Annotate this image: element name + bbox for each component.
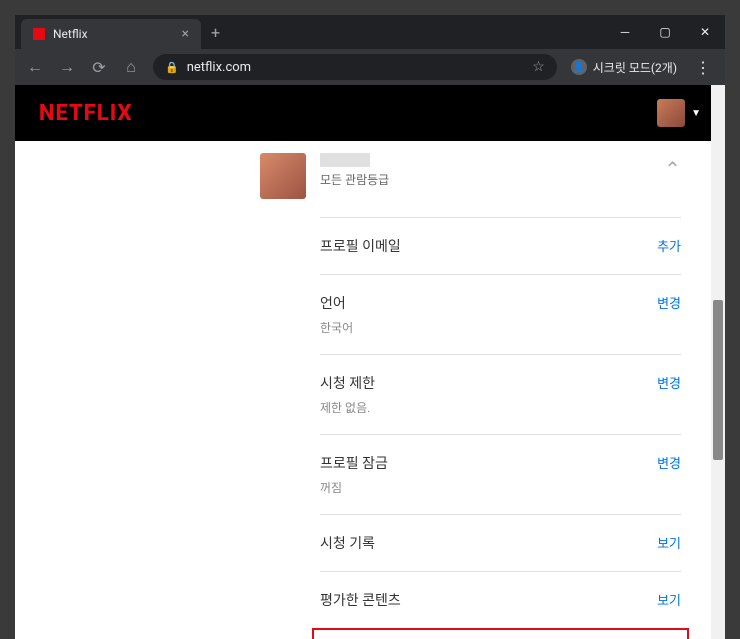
close-tab-icon[interactable]: × [182, 26, 189, 42]
new-tab-button[interactable]: + [201, 23, 230, 42]
app-window: Netflix × + ─ ▢ ✕ ← → ⟳ ⌂ 🔒 netflix.com … [0, 0, 740, 639]
setting-item: 프로필 잠금꺼짐 변경 [320, 434, 681, 514]
url-text: netflix.com [187, 60, 524, 75]
home-button[interactable]: ⌂ [117, 53, 145, 81]
browser-titlebar: Netflix × + ─ ▢ ✕ [15, 15, 725, 49]
settings-list: 프로필 이메일추가언어한국어변경시청 제한제한 없음.변경프로필 잠금꺼짐변경시… [45, 217, 681, 639]
content-area: NETFLIX ▼ 모든 관람등급 ⌃ [15, 85, 725, 639]
browser-menu-button[interactable]: ⋮ [687, 58, 719, 77]
window-controls: ─ ▢ ✕ [605, 17, 725, 47]
collapse-chevron-icon[interactable]: ⌃ [664, 157, 681, 181]
browser-frame: Netflix × + ─ ▢ ✕ ← → ⟳ ⌂ 🔒 netflix.com … [15, 15, 725, 639]
setting-left: 시청 제한제한 없음. [320, 373, 375, 416]
tab-favicon [33, 28, 45, 40]
settings-panel: 모든 관람등급 ⌃ 프로필 이메일추가언어한국어변경시청 제한제한 없음.변경프… [15, 141, 711, 639]
profile-rating-label: 모든 관람등급 [320, 171, 389, 188]
page-body: 모든 관람등급 ⌃ 프로필 이메일추가언어한국어변경시청 제한제한 없음.변경프… [15, 141, 711, 639]
setting-item: 프로필 이메일 추가 [320, 217, 681, 274]
maximize-button[interactable]: ▢ [645, 17, 685, 47]
lock-icon: 🔒 [165, 61, 179, 74]
netflix-header: NETFLIX ▼ [15, 85, 725, 141]
profile-header-row: 모든 관람등급 ⌃ [45, 153, 681, 217]
chevron-down-icon: ▼ [691, 108, 701, 119]
setting-item: 시청 제한제한 없음. 변경 [320, 354, 681, 434]
setting-action-link[interactable]: 변경 [657, 453, 681, 472]
setting-left: 프로필 이메일 [320, 236, 401, 256]
setting-left: 언어한국어 [320, 293, 353, 336]
setting-left: 시청 기록 [320, 533, 375, 553]
setting-left: 평가한 콘텐츠 [320, 590, 401, 610]
setting-action-link[interactable]: 변경 [657, 373, 681, 392]
incognito-icon: 👤 [571, 59, 587, 75]
avatar [657, 99, 685, 127]
setting-left: 프로필 잠금꺼짐 [320, 453, 388, 496]
scrollbar-track[interactable] [711, 85, 725, 639]
incognito-indicator[interactable]: 👤 시크릿 모드(2개) [565, 59, 683, 76]
setting-action-link[interactable]: 보기 [657, 590, 681, 609]
profile-menu-button[interactable]: ▼ [657, 99, 701, 127]
close-window-button[interactable]: ✕ [685, 17, 725, 47]
setting-item: 언어한국어 변경 [320, 274, 681, 354]
tab-title: Netflix [53, 27, 174, 41]
setting-title: 평가한 콘텐츠 [320, 590, 401, 610]
setting-subtitle: 꺼짐 [320, 479, 388, 496]
profile-info: 모든 관람등급 [320, 153, 389, 188]
address-bar: ← → ⟳ ⌂ 🔒 netflix.com ☆ 👤 시크릿 모드(2개) ⋮ [15, 49, 725, 85]
setting-item: 재생 설정다음 화 자동 재생. 미리보기 자동 재생. 자동 설정된 화질.변… [312, 628, 689, 639]
setting-item: 평가한 콘텐츠 보기 [320, 571, 681, 628]
forward-button[interactable]: → [53, 53, 81, 81]
setting-title: 시청 제한 [320, 373, 375, 393]
scrollbar-thumb[interactable] [713, 300, 723, 460]
url-input[interactable]: 🔒 netflix.com ☆ [153, 54, 557, 80]
setting-title: 프로필 이메일 [320, 236, 401, 256]
profile-avatar [260, 153, 306, 199]
profile-name-redacted [320, 153, 370, 167]
setting-action-link[interactable]: 보기 [657, 533, 681, 552]
setting-item: 시청 기록 보기 [320, 514, 681, 571]
setting-title: 프로필 잠금 [320, 453, 388, 473]
incognito-label: 시크릿 모드(2개) [593, 59, 677, 76]
setting-action-link[interactable]: 추가 [657, 236, 681, 255]
back-button[interactable]: ← [21, 53, 49, 81]
setting-title: 시청 기록 [320, 533, 375, 553]
setting-action-link[interactable]: 변경 [657, 293, 681, 312]
setting-title: 언어 [320, 293, 353, 313]
setting-subtitle: 제한 없음. [320, 399, 375, 416]
netflix-logo[interactable]: NETFLIX [39, 101, 133, 126]
browser-tab[interactable]: Netflix × [21, 19, 201, 49]
bookmark-star-icon[interactable]: ☆ [532, 59, 545, 75]
setting-subtitle: 한국어 [320, 319, 353, 336]
minimize-button[interactable]: ─ [605, 17, 645, 47]
reload-button[interactable]: ⟳ [85, 53, 113, 81]
